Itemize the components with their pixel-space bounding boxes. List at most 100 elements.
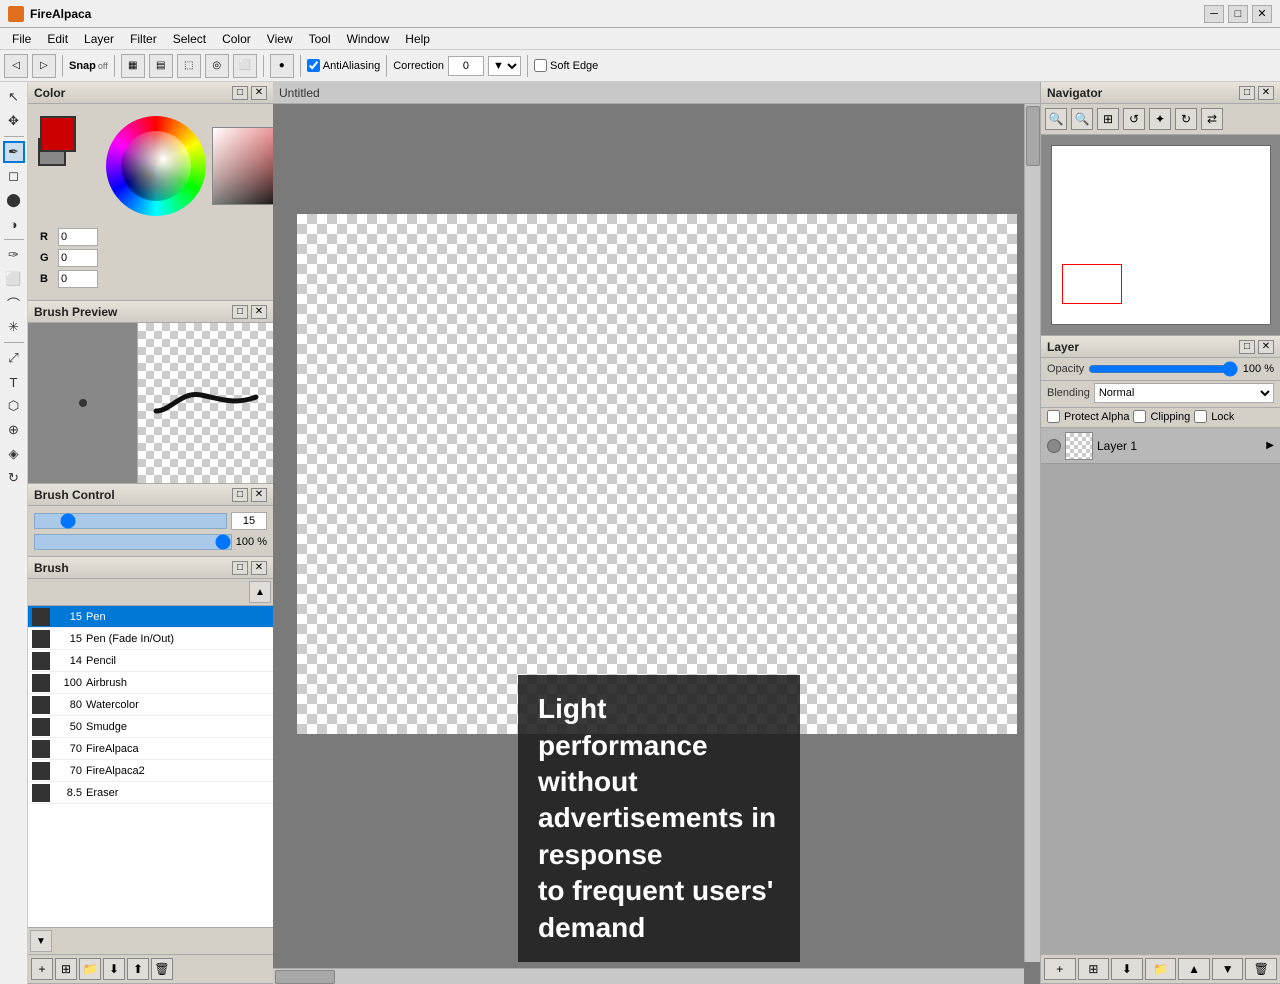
- correction-input[interactable]: [448, 56, 484, 76]
- layer-panel-close[interactable]: ✕: [1258, 340, 1274, 354]
- brush-list-item[interactable]: 15 Pen: [28, 606, 273, 628]
- softedge-checkbox[interactable]: [534, 59, 547, 72]
- brush-add-button[interactable]: +: [31, 958, 53, 980]
- color-panel-expand[interactable]: □: [232, 86, 248, 100]
- canvas-scrollbar-h[interactable]: [273, 968, 1024, 984]
- opacity-slider[interactable]: [34, 534, 232, 550]
- brush-preview-close[interactable]: ✕: [251, 305, 267, 319]
- layer-folder-button[interactable]: 📁: [1145, 958, 1177, 980]
- canvas-scrollbar-v[interactable]: [1024, 104, 1040, 962]
- menu-view[interactable]: View: [259, 30, 301, 48]
- layer-visibility-toggle[interactable]: [1047, 439, 1061, 453]
- close-button[interactable]: ✕: [1252, 5, 1272, 23]
- size-slider[interactable]: [34, 513, 227, 529]
- pen-tool[interactable]: ✒: [3, 141, 25, 163]
- move-tool[interactable]: ↖: [3, 86, 25, 108]
- layer-panel-expand[interactable]: □: [1239, 340, 1255, 354]
- eyedropper-tool[interactable]: ✑: [3, 244, 25, 266]
- minimize-button[interactable]: ─: [1204, 5, 1224, 23]
- brush-import-button[interactable]: ⬇: [103, 958, 125, 980]
- menu-filter[interactable]: Filter: [122, 30, 165, 48]
- navigator-expand[interactable]: □: [1239, 86, 1255, 100]
- lock-checkbox[interactable]: [1194, 410, 1207, 423]
- protect-alpha-checkbox[interactable]: [1047, 410, 1060, 423]
- color-panel-close[interactable]: ✕: [251, 86, 267, 100]
- brush-control-close[interactable]: ✕: [251, 488, 267, 502]
- nav-zoom-fit[interactable]: ⊞: [1097, 108, 1119, 130]
- scroll-thumb-v[interactable]: [1026, 106, 1040, 166]
- brush-panel-close[interactable]: ✕: [251, 561, 267, 575]
- brush-list-item[interactable]: 14 Pencil: [28, 650, 273, 672]
- foreground-color-swatch[interactable]: [40, 116, 76, 152]
- brush-list-item[interactable]: 80 Watercolor: [28, 694, 273, 716]
- brush-control-expand[interactable]: □: [232, 488, 248, 502]
- brush-duplicate-button[interactable]: ⊞: [55, 958, 77, 980]
- nav-flip[interactable]: ⇄: [1201, 108, 1223, 130]
- brush-export-button[interactable]: ⬆: [127, 958, 149, 980]
- nav-zoom-in[interactable]: 🔍: [1071, 108, 1093, 130]
- brush-folder-button[interactable]: 📁: [79, 958, 101, 980]
- hand-tool[interactable]: ✥: [3, 110, 25, 132]
- menu-select[interactable]: Select: [165, 30, 214, 48]
- layer-item[interactable]: Layer 1 ▶: [1041, 428, 1280, 464]
- brush-scroll-up[interactable]: ▲: [249, 581, 271, 603]
- nav-rotate-cw[interactable]: ↻: [1175, 108, 1197, 130]
- fill-tool[interactable]: ⬤: [3, 189, 25, 211]
- g-input[interactable]: [58, 249, 98, 267]
- text-tool[interactable]: T: [3, 371, 25, 393]
- menu-edit[interactable]: Edit: [39, 30, 76, 48]
- brush-list-item[interactable]: 15 Pen (Fade In/Out): [28, 628, 273, 650]
- r-input[interactable]: [58, 228, 98, 246]
- color-wheel[interactable]: [106, 116, 206, 216]
- smudge-tool[interactable]: ◈: [3, 443, 25, 465]
- correction-select[interactable]: ▼: [488, 56, 521, 76]
- menu-file[interactable]: File: [4, 30, 39, 48]
- transform-tool[interactable]: ⤢: [3, 347, 25, 369]
- layer-move-up-button[interactable]: ▲: [1178, 958, 1210, 980]
- nav-rotate-ccw[interactable]: ↺: [1123, 108, 1145, 130]
- layer-delete-button[interactable]: 🗑: [1245, 958, 1277, 980]
- brush-dot-button[interactable]: ●: [270, 54, 294, 78]
- eraser-tool[interactable]: ◻: [3, 165, 25, 187]
- rotate-tool[interactable]: ↻: [3, 467, 25, 489]
- layer-move-down-button[interactable]: ▼: [1212, 958, 1244, 980]
- brush-list-item[interactable]: 70 FireAlpaca: [28, 738, 273, 760]
- brush-list-item[interactable]: 100 Airbrush: [28, 672, 273, 694]
- brush-delete-button[interactable]: 🗑: [151, 958, 173, 980]
- grid-button-2[interactable]: ▤: [149, 54, 173, 78]
- brush-preview-expand[interactable]: □: [232, 305, 248, 319]
- clipping-checkbox[interactable]: [1133, 410, 1146, 423]
- brush-list-item[interactable]: 8.5 Eraser: [28, 782, 273, 804]
- nav-zoom-out[interactable]: 🔍: [1045, 108, 1067, 130]
- antialiasing-checkbox[interactable]: [307, 59, 320, 72]
- layer-merge-button[interactable]: ⬇: [1111, 958, 1143, 980]
- menu-color[interactable]: Color: [214, 30, 259, 48]
- layer-add-button[interactable]: +: [1044, 958, 1076, 980]
- size-input[interactable]: [231, 512, 267, 530]
- select-button[interactable]: ⬜: [233, 54, 257, 78]
- select-magic-tool[interactable]: ✳: [3, 316, 25, 338]
- brush-scroll-down[interactable]: ▼: [30, 930, 52, 952]
- grid-button-1[interactable]: ▦: [121, 54, 145, 78]
- brush-list-item[interactable]: 50 Smudge: [28, 716, 273, 738]
- nav-canvas[interactable]: [1051, 145, 1271, 325]
- menu-layer[interactable]: Layer: [76, 30, 122, 48]
- canvas-drawing[interactable]: [297, 214, 1017, 734]
- brush-panel-expand[interactable]: □: [232, 561, 248, 575]
- toolbar-back-button[interactable]: ◁: [4, 54, 28, 78]
- restore-button[interactable]: □: [1228, 5, 1248, 23]
- scroll-thumb-h[interactable]: [275, 970, 335, 984]
- opacity-slider[interactable]: [1088, 362, 1239, 376]
- layer-duplicate-button[interactable]: ⊞: [1078, 958, 1110, 980]
- menu-tool[interactable]: Tool: [301, 30, 339, 48]
- blending-select[interactable]: Normal Multiply Screen Overlay: [1094, 383, 1274, 403]
- select-lasso-tool[interactable]: ⌒: [3, 292, 25, 314]
- grid-button-3[interactable]: ⬚: [177, 54, 201, 78]
- gradient-tool[interactable]: ◑: [3, 213, 25, 235]
- menu-help[interactable]: Help: [397, 30, 438, 48]
- select-rect-tool[interactable]: ⬜: [3, 268, 25, 290]
- color-gradient-box[interactable]: [212, 127, 273, 205]
- clone-tool[interactable]: ⊕: [3, 419, 25, 441]
- b-input[interactable]: [58, 270, 98, 288]
- menu-window[interactable]: Window: [339, 30, 398, 48]
